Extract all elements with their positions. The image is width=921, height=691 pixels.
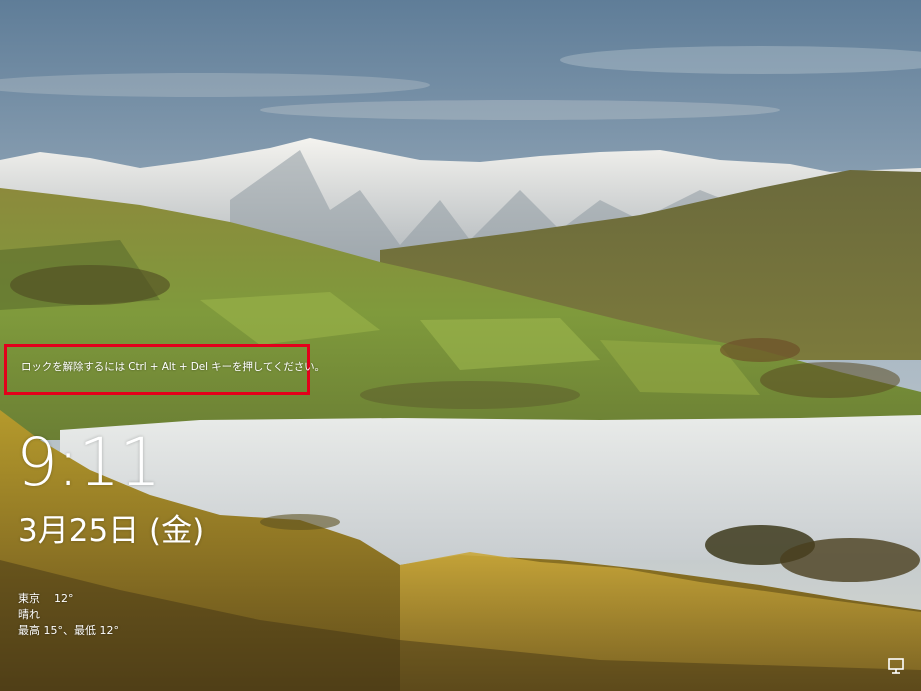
- weather-widget: 東京 12° 晴れ 最高 15°、最低 12°: [18, 591, 119, 639]
- lock-screen-time: 9:11: [16, 424, 161, 501]
- unlock-hint-highlight[interactable]: ロックを解除するには Ctrl + Alt + Del キーを押してください。: [4, 344, 325, 395]
- network-icon[interactable]: [887, 656, 907, 676]
- weather-high-low: 最高 15°、最低 12°: [18, 624, 119, 637]
- lock-screen-overlay: ロックを解除するには Ctrl + Alt + Del キーを押してください。 …: [0, 0, 921, 691]
- weather-location: 東京: [18, 592, 40, 605]
- weather-location-row: 東京 12°: [18, 591, 119, 607]
- weather-condition: 晴れ: [18, 608, 40, 621]
- unlock-hint-text: ロックを解除するには Ctrl + Alt + Del キーを押してください。: [21, 361, 325, 373]
- weather-temperature: 12°: [54, 592, 74, 605]
- lock-screen-date: 3月25日 (金): [18, 513, 205, 549]
